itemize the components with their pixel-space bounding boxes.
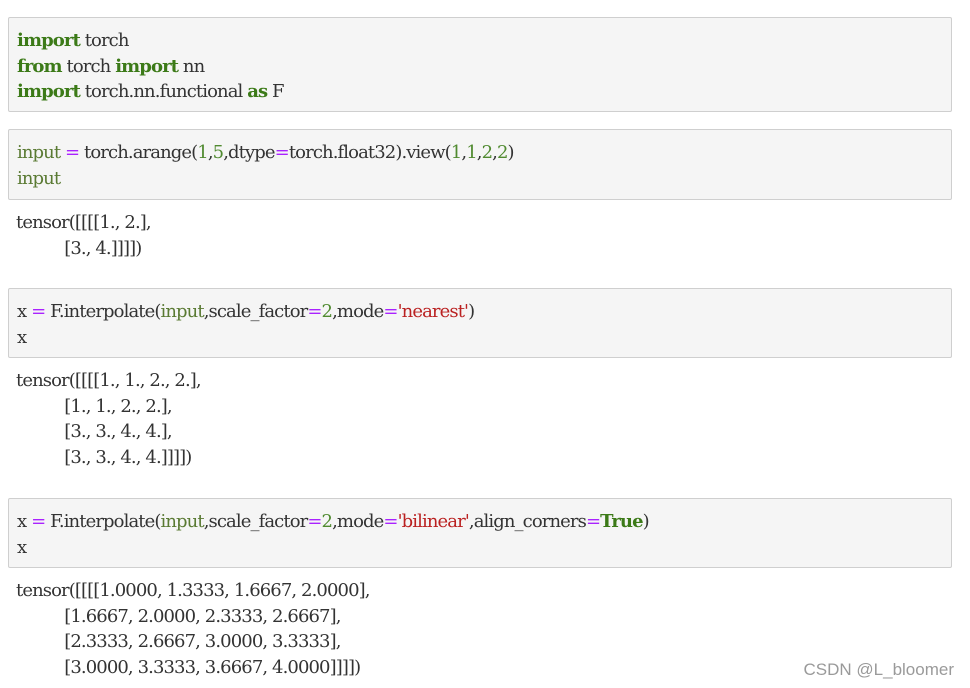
token-kw: from [17,55,63,77]
code-line: import torch [17,28,951,54]
token-kw: import [17,81,81,102]
cell-output: tensor([[[[1.0000, 1.3333, 1.6667, 2.000… [16,578,370,680]
token: torch [61,55,116,77]
token-op: = [585,511,601,532]
output-line: [3., 3., 4., 4.]]]]) [16,446,192,468]
code-cell-imports[interactable]: import torch from torch import nn import t… [8,17,952,112]
output-line: [3., 4.]]]]) [16,237,142,259]
token-num: 2 [481,142,493,163]
code-line: x = F.interpolate(input,scale_factor=2,m… [17,509,951,535]
token-var: input [160,511,205,532]
cell-output: tensor([[[[1., 1., 2., 2.], [1., 1., 2.,… [16,368,202,470]
token: torch.arange( [79,142,198,163]
code-line: from torch import nn [17,54,951,80]
token-op: = [65,142,80,163]
token-kw: as [247,81,268,102]
token-num: 5 [212,142,224,163]
token: ,scale_factor [203,511,309,532]
output-line: tensor([[[[1., 1., 2., 2.], [16,370,202,391]
token-var: input [17,167,61,189]
code-cell-input-tensor[interactable]: input = torch.arange(1,5,dtype=torch.flo… [8,129,952,200]
output-line: [1., 1., 2., 2.], [16,395,172,417]
token-var: input [160,301,205,322]
token-num: 2 [321,301,333,322]
output-line: tensor([[[[1.0000, 1.3333, 1.6667, 2.000… [16,580,370,601]
token: torch [79,30,130,51]
token: x [17,536,27,558]
token: F [267,81,285,102]
token: ) [507,142,515,163]
token-op: = [383,511,398,532]
output-line: [3., 3., 4., 4.], [16,421,172,442]
token-op: = [274,142,290,163]
token-var: input [17,142,61,163]
token-kw: import [115,55,179,77]
output-line: [3.0000, 3.3333, 3.6667, 4.0000]]]]) [16,656,361,678]
token: ,mode [332,511,384,532]
code-line: import torch.nn.functional as F [17,79,951,105]
code-line: x [17,325,951,351]
token: x [17,326,27,348]
code-line: x [17,535,951,561]
token: ) [468,301,475,322]
token: torch.nn.functional [79,81,248,102]
token-kw2: True [600,511,643,532]
token: x [17,511,32,532]
token: nn [178,55,205,77]
code-line: x = F.interpolate(input,scale_factor=2,m… [17,299,951,325]
code-input[interactable]: x = F.interpolate(input,scale_factor=2,m… [9,499,951,560]
token: F.interpolate( [45,301,161,322]
token: ,mode [332,301,384,322]
token-str: 'bilinear' [397,511,470,532]
code-input[interactable]: import torch from torch import nn import t… [9,18,951,105]
code-cell-bilinear[interactable]: x = F.interpolate(input,scale_factor=2,m… [8,498,952,568]
output-line: tensor([[[[1., 2.], [16,212,152,233]
token: x [17,301,32,322]
token: ,align_corners [468,511,587,532]
watermark: CSDN @L_bloomer [803,660,954,679]
token-op: = [307,511,322,532]
output-line: [1.6667, 2.0000, 2.3333, 2.6667], [16,605,341,627]
token-num: 2 [496,142,508,163]
token-kw: import [17,30,81,51]
token: torch.float32).view( [288,142,452,163]
token-op: = [31,511,46,532]
code-line: input = torch.arange(1,5,dtype=torch.flo… [17,140,951,166]
token-num: 1 [197,142,208,163]
output-line: [2.3333, 2.6667, 3.0000, 3.3333], [16,631,341,652]
token: F.interpolate( [45,511,161,532]
token-num: 2 [321,511,333,532]
code-input[interactable]: input = torch.arange(1,5,dtype=torch.flo… [9,130,951,191]
cell-output: tensor([[[[1., 2.], [3., 4.]]]]) [16,210,152,261]
token: ) [642,511,650,532]
token-op: = [307,301,322,322]
token: ,dtype [223,142,275,163]
code-input[interactable]: x = F.interpolate(input,scale_factor=2,m… [9,289,951,350]
code-line: input [17,166,951,192]
token-num: 1 [450,142,462,163]
token-str: 'nearest' [397,301,469,322]
token-op: = [31,301,46,322]
token-num: 1 [466,142,477,163]
token: ,scale_factor [203,301,309,322]
code-cell-nearest[interactable]: x = F.interpolate(input,scale_factor=2,m… [8,288,952,358]
token-op: = [383,301,398,322]
